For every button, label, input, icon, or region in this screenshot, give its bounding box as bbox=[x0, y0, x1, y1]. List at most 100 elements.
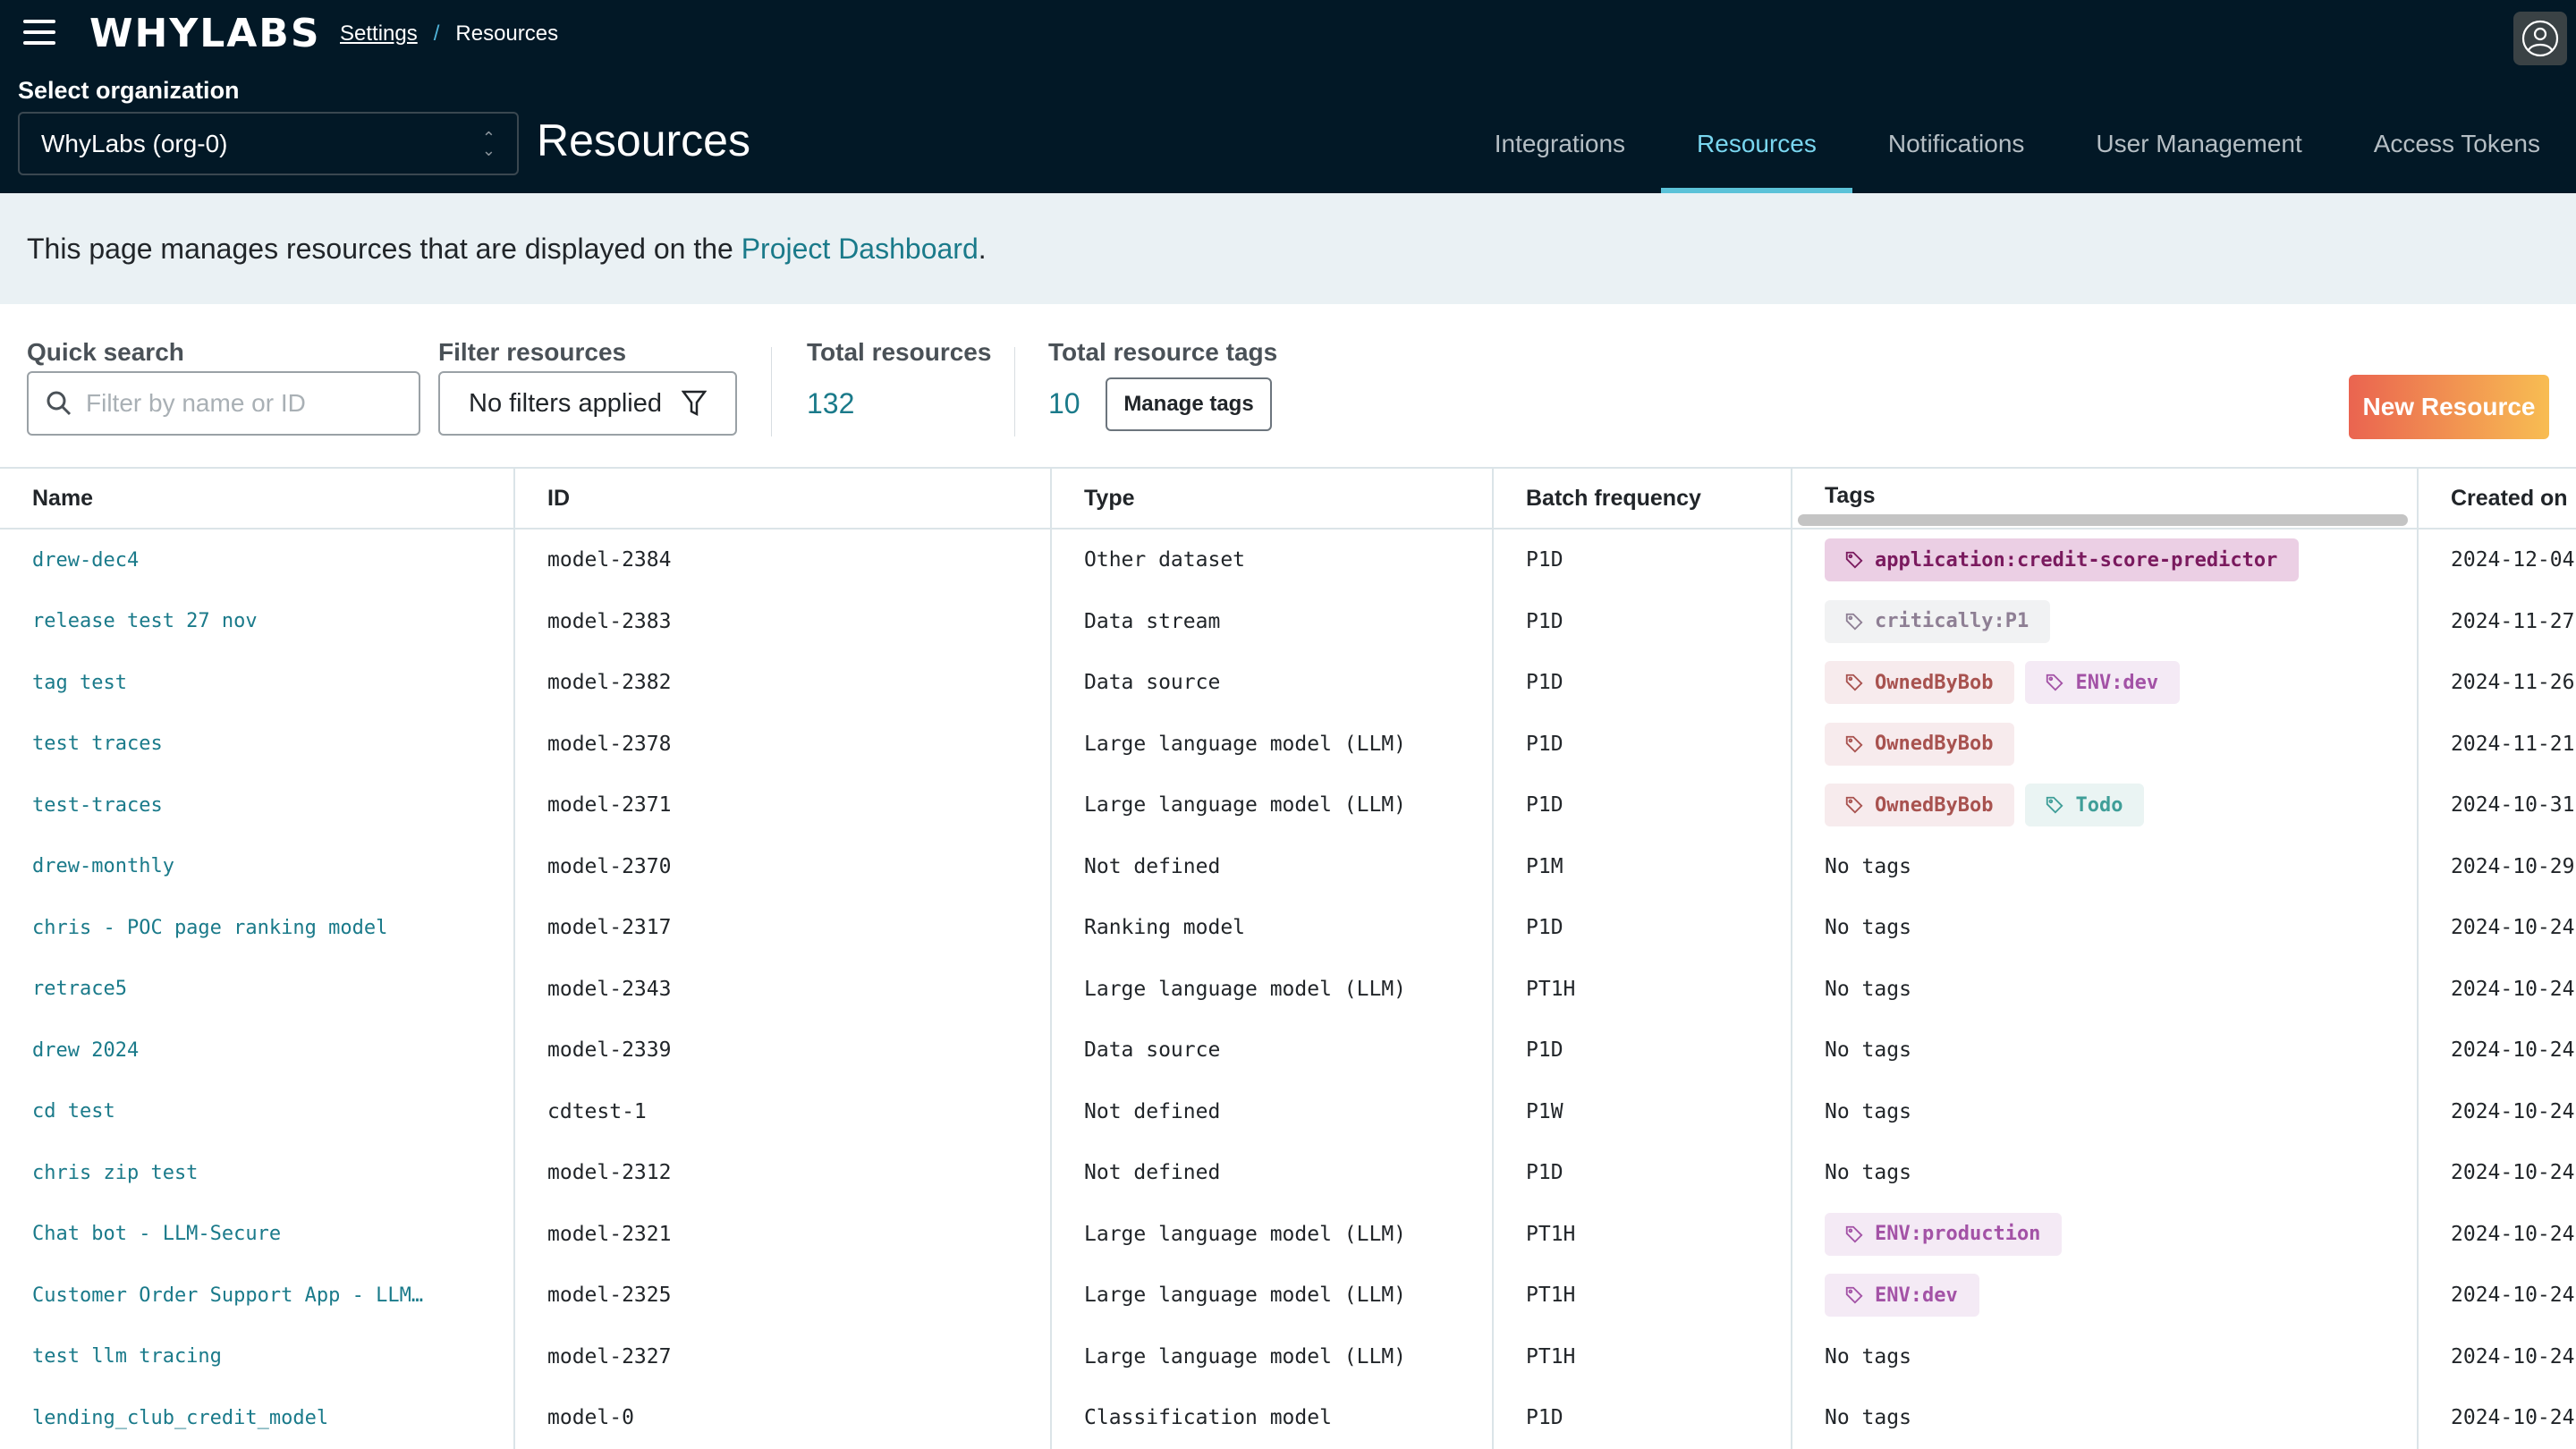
table-body: drew-dec4 model-2384 Other dataset P1D appli… bbox=[0, 530, 2576, 1449]
resource-tags: ENV:dev bbox=[1792, 1265, 2419, 1326]
resource-name-link[interactable]: chris zip test bbox=[0, 1142, 515, 1204]
resource-tag[interactable]: Todo bbox=[2025, 784, 2145, 827]
resource-name-link[interactable]: drew-dec4 bbox=[0, 530, 515, 591]
total-resources-label: Total resources bbox=[807, 338, 992, 366]
filter-resources-label: Filter resources bbox=[438, 338, 627, 366]
created-on: 2024-11-21 bbox=[2451, 732, 2575, 756]
tag-label: OwnedByBob bbox=[1875, 671, 1994, 694]
no-tags-text: No tags bbox=[1825, 1344, 1911, 1368]
tag-label: Todo bbox=[2075, 793, 2123, 817]
resource-tag[interactable]: application:credit-score-predictor bbox=[1825, 538, 2300, 582]
resource-tag[interactable]: ENV:dev bbox=[1825, 1274, 1979, 1318]
table-row[interactable]: drew 2024 model-2339 Data source P1D No tags… bbox=[0, 1020, 2576, 1081]
resource-tag[interactable]: ENV:dev bbox=[2025, 661, 2181, 705]
table-row[interactable]: drew-dec4 model-2384 Other dataset P1D appli… bbox=[0, 530, 2576, 591]
table-row[interactable]: test-traces model-2371 Large language mode… bbox=[0, 775, 2576, 836]
resource-id: model-2339 bbox=[515, 1020, 1052, 1081]
resource-name-link[interactable]: Customer Order Support App - LLM… bbox=[0, 1265, 515, 1326]
table-row[interactable]: chris zip test model-2312 Not defined P1D No… bbox=[0, 1142, 2576, 1204]
resource-id: model-2382 bbox=[515, 652, 1052, 714]
manage-tags-button[interactable]: Manage tags bbox=[1106, 377, 1272, 431]
resource-name-link[interactable]: lending_club_credit_model bbox=[0, 1387, 515, 1449]
hamburger-icon[interactable] bbox=[23, 20, 55, 47]
table-row[interactable]: drew-monthly model-2370 Not defined P1M No t… bbox=[0, 835, 2576, 897]
project-dashboard-link[interactable]: Project Dashboard bbox=[741, 233, 979, 265]
table-row[interactable]: tag test model-2382 Data source P1D OwnedByB… bbox=[0, 652, 2576, 714]
table-row[interactable]: test llm tracing model-2327 Large language… bbox=[0, 1326, 2576, 1387]
tab-notifications[interactable]: Notifications bbox=[1852, 116, 2061, 193]
resource-name-link[interactable]: test traces bbox=[0, 713, 515, 775]
filter-resources-button[interactable]: No filters applied bbox=[438, 371, 737, 436]
resource-tag[interactable]: OwnedByBob bbox=[1825, 661, 2015, 705]
tag-icon bbox=[2046, 797, 2063, 814]
resource-name-link[interactable]: drew-monthly bbox=[0, 835, 515, 897]
table-row[interactable]: chris - POC page ranking model model-2317… bbox=[0, 897, 2576, 959]
batch-frequency: P1D bbox=[1494, 530, 1792, 591]
tab-integrations[interactable]: Integrations bbox=[1459, 116, 1661, 193]
no-tags-text: No tags bbox=[1825, 977, 1911, 1001]
column-header-created-on[interactable]: Created on bbox=[2419, 469, 2576, 528]
resource-name-link[interactable]: test llm tracing bbox=[0, 1326, 515, 1387]
resource-type: Not defined bbox=[1052, 1142, 1494, 1204]
table-row[interactable]: test traces model-2378 Large language mode… bbox=[0, 713, 2576, 775]
table-row[interactable]: Customer Order Support App - LLM… model-2… bbox=[0, 1265, 2576, 1326]
divider bbox=[771, 347, 772, 436]
user-account-button[interactable] bbox=[2513, 12, 2567, 65]
no-tags-text: No tags bbox=[1825, 1406, 1911, 1430]
column-header-name[interactable]: Name bbox=[0, 469, 515, 528]
info-banner: This page manages resources that are dis… bbox=[0, 193, 2576, 304]
table-row[interactable]: lending_club_credit_model model-0 Classifi… bbox=[0, 1387, 2576, 1449]
batch-frequency: P1D bbox=[1494, 897, 1792, 959]
search-input[interactable] bbox=[86, 389, 390, 418]
resource-tags: No tags bbox=[1792, 958, 2419, 1020]
no-tags-text: No tags bbox=[1825, 854, 1911, 878]
column-header-id[interactable]: ID bbox=[515, 469, 1052, 528]
quick-search-field[interactable] bbox=[27, 371, 420, 436]
resource-id: model-2317 bbox=[515, 897, 1052, 959]
tab-access-tokens[interactable]: Access Tokens bbox=[2338, 116, 2576, 193]
tab-resources[interactable]: Resources bbox=[1661, 116, 1852, 193]
org-select[interactable]: WhyLabs (org-0) ⌃ ⌄ bbox=[18, 112, 519, 175]
resource-tag[interactable]: OwnedByBob bbox=[1825, 784, 2015, 827]
created-on: 2024-10-24 bbox=[2451, 977, 2575, 1001]
table-row[interactable]: Chat bot - LLM-Secure model-2321 Large lan… bbox=[0, 1203, 2576, 1265]
breadcrumb: Settings / Resources bbox=[340, 21, 558, 47]
resource-name-link[interactable]: Chat bot - LLM-Secure bbox=[0, 1203, 515, 1265]
created-on: 2024-10-24 bbox=[2451, 1344, 2575, 1368]
tab-user-management[interactable]: User Management bbox=[2060, 116, 2337, 193]
resource-type: Other dataset bbox=[1052, 530, 1494, 591]
created-on: 2024-10-24 bbox=[2451, 1038, 2575, 1063]
resource-name-link[interactable]: test-traces bbox=[0, 775, 515, 836]
resource-tag[interactable]: OwnedByBob bbox=[1825, 722, 2015, 766]
quick-search-label: Quick search bbox=[27, 338, 184, 366]
resource-name-link[interactable]: tag test bbox=[0, 652, 515, 714]
breadcrumb-settings-link[interactable]: Settings bbox=[340, 21, 418, 47]
resource-tag[interactable]: critically:P1 bbox=[1825, 599, 2051, 643]
resource-name-link[interactable]: chris - POC page ranking model bbox=[0, 897, 515, 959]
tag-label: OwnedByBob bbox=[1875, 793, 1994, 817]
table-row[interactable]: release test 27 nov model-2383 Data stream… bbox=[0, 590, 2576, 652]
resource-name-link[interactable]: retrace5 bbox=[0, 958, 515, 1020]
resource-name-link[interactable]: release test 27 nov bbox=[0, 590, 515, 652]
resource-name-link[interactable]: drew 2024 bbox=[0, 1020, 515, 1081]
batch-frequency: P1M bbox=[1494, 835, 1792, 897]
org-select-label: Select organization bbox=[18, 77, 240, 104]
column-header-tags[interactable]: Tags bbox=[1792, 469, 2419, 528]
page-title: Resources bbox=[537, 115, 750, 165]
tag-label: OwnedByBob bbox=[1875, 733, 1994, 756]
batch-frequency: P1D bbox=[1494, 1020, 1792, 1081]
whylabs-logo[interactable]: WHYLABS bbox=[89, 11, 321, 56]
batch-frequency: PT1H bbox=[1494, 1326, 1792, 1387]
chevron-up-down-icon: ⌃ ⌄ bbox=[481, 128, 496, 159]
resource-tags: application:credit-score-predictor bbox=[1792, 530, 2419, 591]
horizontal-scrollbar[interactable] bbox=[1798, 514, 2408, 526]
column-header-type[interactable]: Type bbox=[1052, 469, 1494, 528]
resource-tag[interactable]: ENV:production bbox=[1825, 1212, 2063, 1256]
table-row[interactable]: cd test cdtest-1 Not defined P1W No tags 2024… bbox=[0, 1080, 2576, 1142]
table-row[interactable]: retrace5 model-2343 Large language model (… bbox=[0, 958, 2576, 1020]
resource-name-link[interactable]: cd test bbox=[0, 1080, 515, 1142]
no-tags-text: No tags bbox=[1825, 916, 1911, 940]
new-resource-button[interactable]: New Resource bbox=[2349, 375, 2549, 439]
column-header-batch-frequency[interactable]: Batch frequency bbox=[1494, 469, 1792, 528]
resource-id: model-2325 bbox=[515, 1265, 1052, 1326]
